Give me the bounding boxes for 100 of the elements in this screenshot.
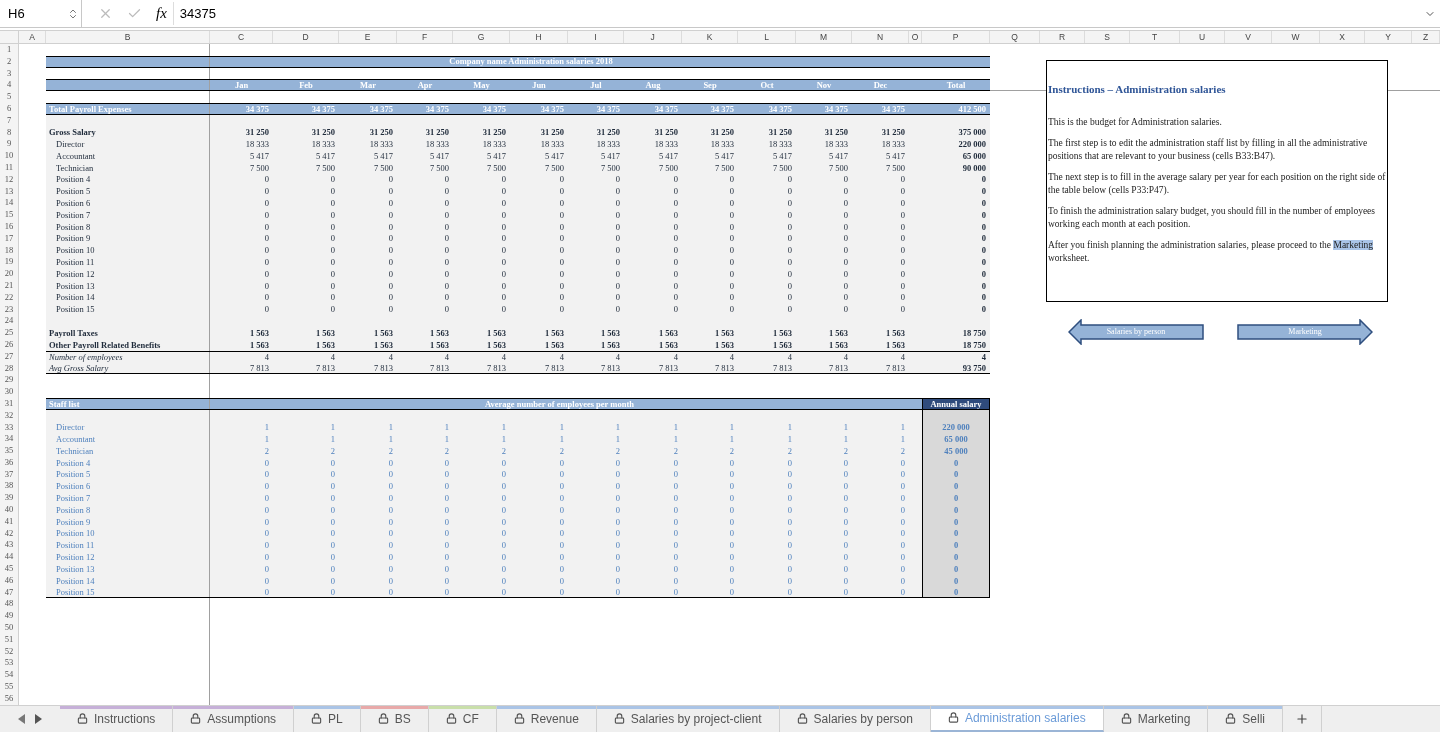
column-header[interactable]: G xyxy=(453,31,510,43)
formula-value[interactable]: 34375 xyxy=(179,3,1424,24)
table-cell-text: 1 xyxy=(672,423,679,432)
table-cell-text: 0 xyxy=(842,505,849,515)
table-cell-text: 0 xyxy=(614,505,621,515)
column-header[interactable]: V xyxy=(1225,31,1272,43)
column-header[interactable]: X xyxy=(1320,31,1365,43)
table-cell-text: 7 813 xyxy=(713,363,735,373)
table-cell-text: 1 563 xyxy=(827,340,849,350)
table-cell-text: 34 375 xyxy=(244,104,270,114)
table-cell-text: 0 xyxy=(329,258,336,267)
column-header[interactable]: J xyxy=(624,31,682,43)
sheet-tab[interactable]: Instructions xyxy=(60,705,174,732)
column-header[interactable]: C xyxy=(210,31,273,43)
column-header[interactable]: H xyxy=(510,31,568,43)
table-cell-text: 0 xyxy=(786,493,793,503)
sheet-tab[interactable]: Revenue xyxy=(496,705,597,732)
sheet-tab[interactable]: CF xyxy=(428,705,497,732)
sheet-tab[interactable]: Salaries by project-client xyxy=(596,705,780,732)
column-header[interactable]: R xyxy=(1040,31,1085,43)
table-cell-text: 0 xyxy=(786,199,793,208)
table-cell-text: 7 500 xyxy=(599,163,621,173)
column-header[interactable]: Q xyxy=(990,31,1040,43)
table-cell-text: 1 563 xyxy=(827,328,849,338)
sheet-tab[interactable]: Salaries by person xyxy=(779,705,931,732)
cancel-icon[interactable] xyxy=(98,6,113,21)
table-cell-text: 0 xyxy=(899,493,906,503)
table-cell-text: 0 xyxy=(672,482,679,491)
column-header[interactable]: F xyxy=(397,31,453,43)
table-cell-text: 0 xyxy=(980,234,987,243)
table-cell-text: 0 xyxy=(500,258,507,267)
table-cell-text: 5 417 xyxy=(657,151,679,161)
table-cell-text: 0 xyxy=(899,210,906,220)
lock-icon xyxy=(77,713,88,725)
table-cell-text: 0 xyxy=(387,305,394,314)
table-cell-text: 5 417 xyxy=(713,151,735,161)
table-cell-text: 0 xyxy=(728,493,735,503)
row-label: Position 4 xyxy=(46,173,210,186)
sheet-tab[interactable]: Marketing xyxy=(1103,705,1209,732)
table-cell-text: 0 xyxy=(980,246,987,255)
lock-icon xyxy=(1225,713,1237,725)
column-header[interactable]: M xyxy=(796,31,852,43)
column-header[interactable]: B xyxy=(46,31,210,43)
worksheet-link[interactable]: Marketing xyxy=(1333,239,1374,250)
column-header[interactable]: L xyxy=(738,31,796,43)
table-cell-text: 0 xyxy=(558,210,565,220)
next-sheet-icon[interactable] xyxy=(35,713,42,724)
column-header[interactable]: D xyxy=(273,31,339,43)
table-cell-text: 0 xyxy=(728,222,735,232)
sheet-tab[interactable]: BS xyxy=(360,705,429,732)
table-cell-text: 0 xyxy=(329,517,336,526)
table-cell-text: 4 xyxy=(842,352,849,362)
table-cell-text: 0 xyxy=(443,493,450,503)
month-header: Aug xyxy=(644,81,662,90)
table-cell-text: 0 xyxy=(728,505,735,515)
table-cell-text: 0 xyxy=(842,269,849,279)
table-cell-text: 0 xyxy=(387,258,394,267)
column-header[interactable]: P xyxy=(922,31,990,43)
table-cell-text: 0 xyxy=(500,564,507,574)
table-cell-text: 0 xyxy=(443,281,450,291)
table-cell-text: 0 xyxy=(786,541,793,550)
column-header[interactable]: U xyxy=(1180,31,1225,43)
table-cell-text: 0 xyxy=(263,199,270,208)
table-cell-text: 0 xyxy=(786,552,793,562)
column-header[interactable]: A xyxy=(19,31,46,43)
table-cell-text: 1 xyxy=(728,434,735,444)
column-header[interactable]: Z xyxy=(1412,31,1440,43)
sheet-tab[interactable]: Selli xyxy=(1208,705,1284,732)
column-header[interactable]: K xyxy=(682,31,738,43)
table-cell-text: 0 xyxy=(786,175,793,184)
stepper-icon[interactable] xyxy=(67,7,79,20)
table-cell: 0 xyxy=(922,586,990,598)
column-header[interactable]: T xyxy=(1130,31,1180,43)
function-label[interactable]: fx xyxy=(156,2,174,25)
column-header[interactable]: Y xyxy=(1365,31,1412,43)
row-number: 55 xyxy=(0,681,19,693)
table-cell-text: 0 xyxy=(786,269,793,279)
table-cell-text: 0 xyxy=(329,269,336,279)
table-cell-text: 0 xyxy=(614,470,621,479)
table-cell-text: 0 xyxy=(786,210,793,220)
column-header[interactable]: E xyxy=(339,31,397,43)
table-cell-text: 7 813 xyxy=(827,363,849,373)
table-cell-text: 5 417 xyxy=(543,151,565,161)
table-cell-text: 1 xyxy=(899,423,906,432)
row-number: 29 xyxy=(0,374,19,387)
column-header[interactable]: N xyxy=(852,31,909,43)
table-cell-text: 34 375 xyxy=(310,104,336,114)
previous-sheet-icon[interactable] xyxy=(18,713,25,724)
table-cell-text: 220 000 xyxy=(957,140,987,149)
sheet-tab[interactable]: Assumptions xyxy=(173,705,295,732)
row-label: Position 8 xyxy=(46,220,210,233)
table-cell-text: 2 xyxy=(558,446,565,456)
column-header[interactable]: W xyxy=(1272,31,1320,43)
total-header: Total xyxy=(945,81,967,90)
column-header[interactable]: I xyxy=(568,31,624,43)
column-header[interactable]: O xyxy=(909,31,922,43)
table-cell-text: 5 417 xyxy=(428,151,450,161)
sheet-tab[interactable]: PL xyxy=(294,705,361,732)
column-header[interactable]: S xyxy=(1085,31,1130,43)
table-cell-text: 0 xyxy=(899,517,906,526)
